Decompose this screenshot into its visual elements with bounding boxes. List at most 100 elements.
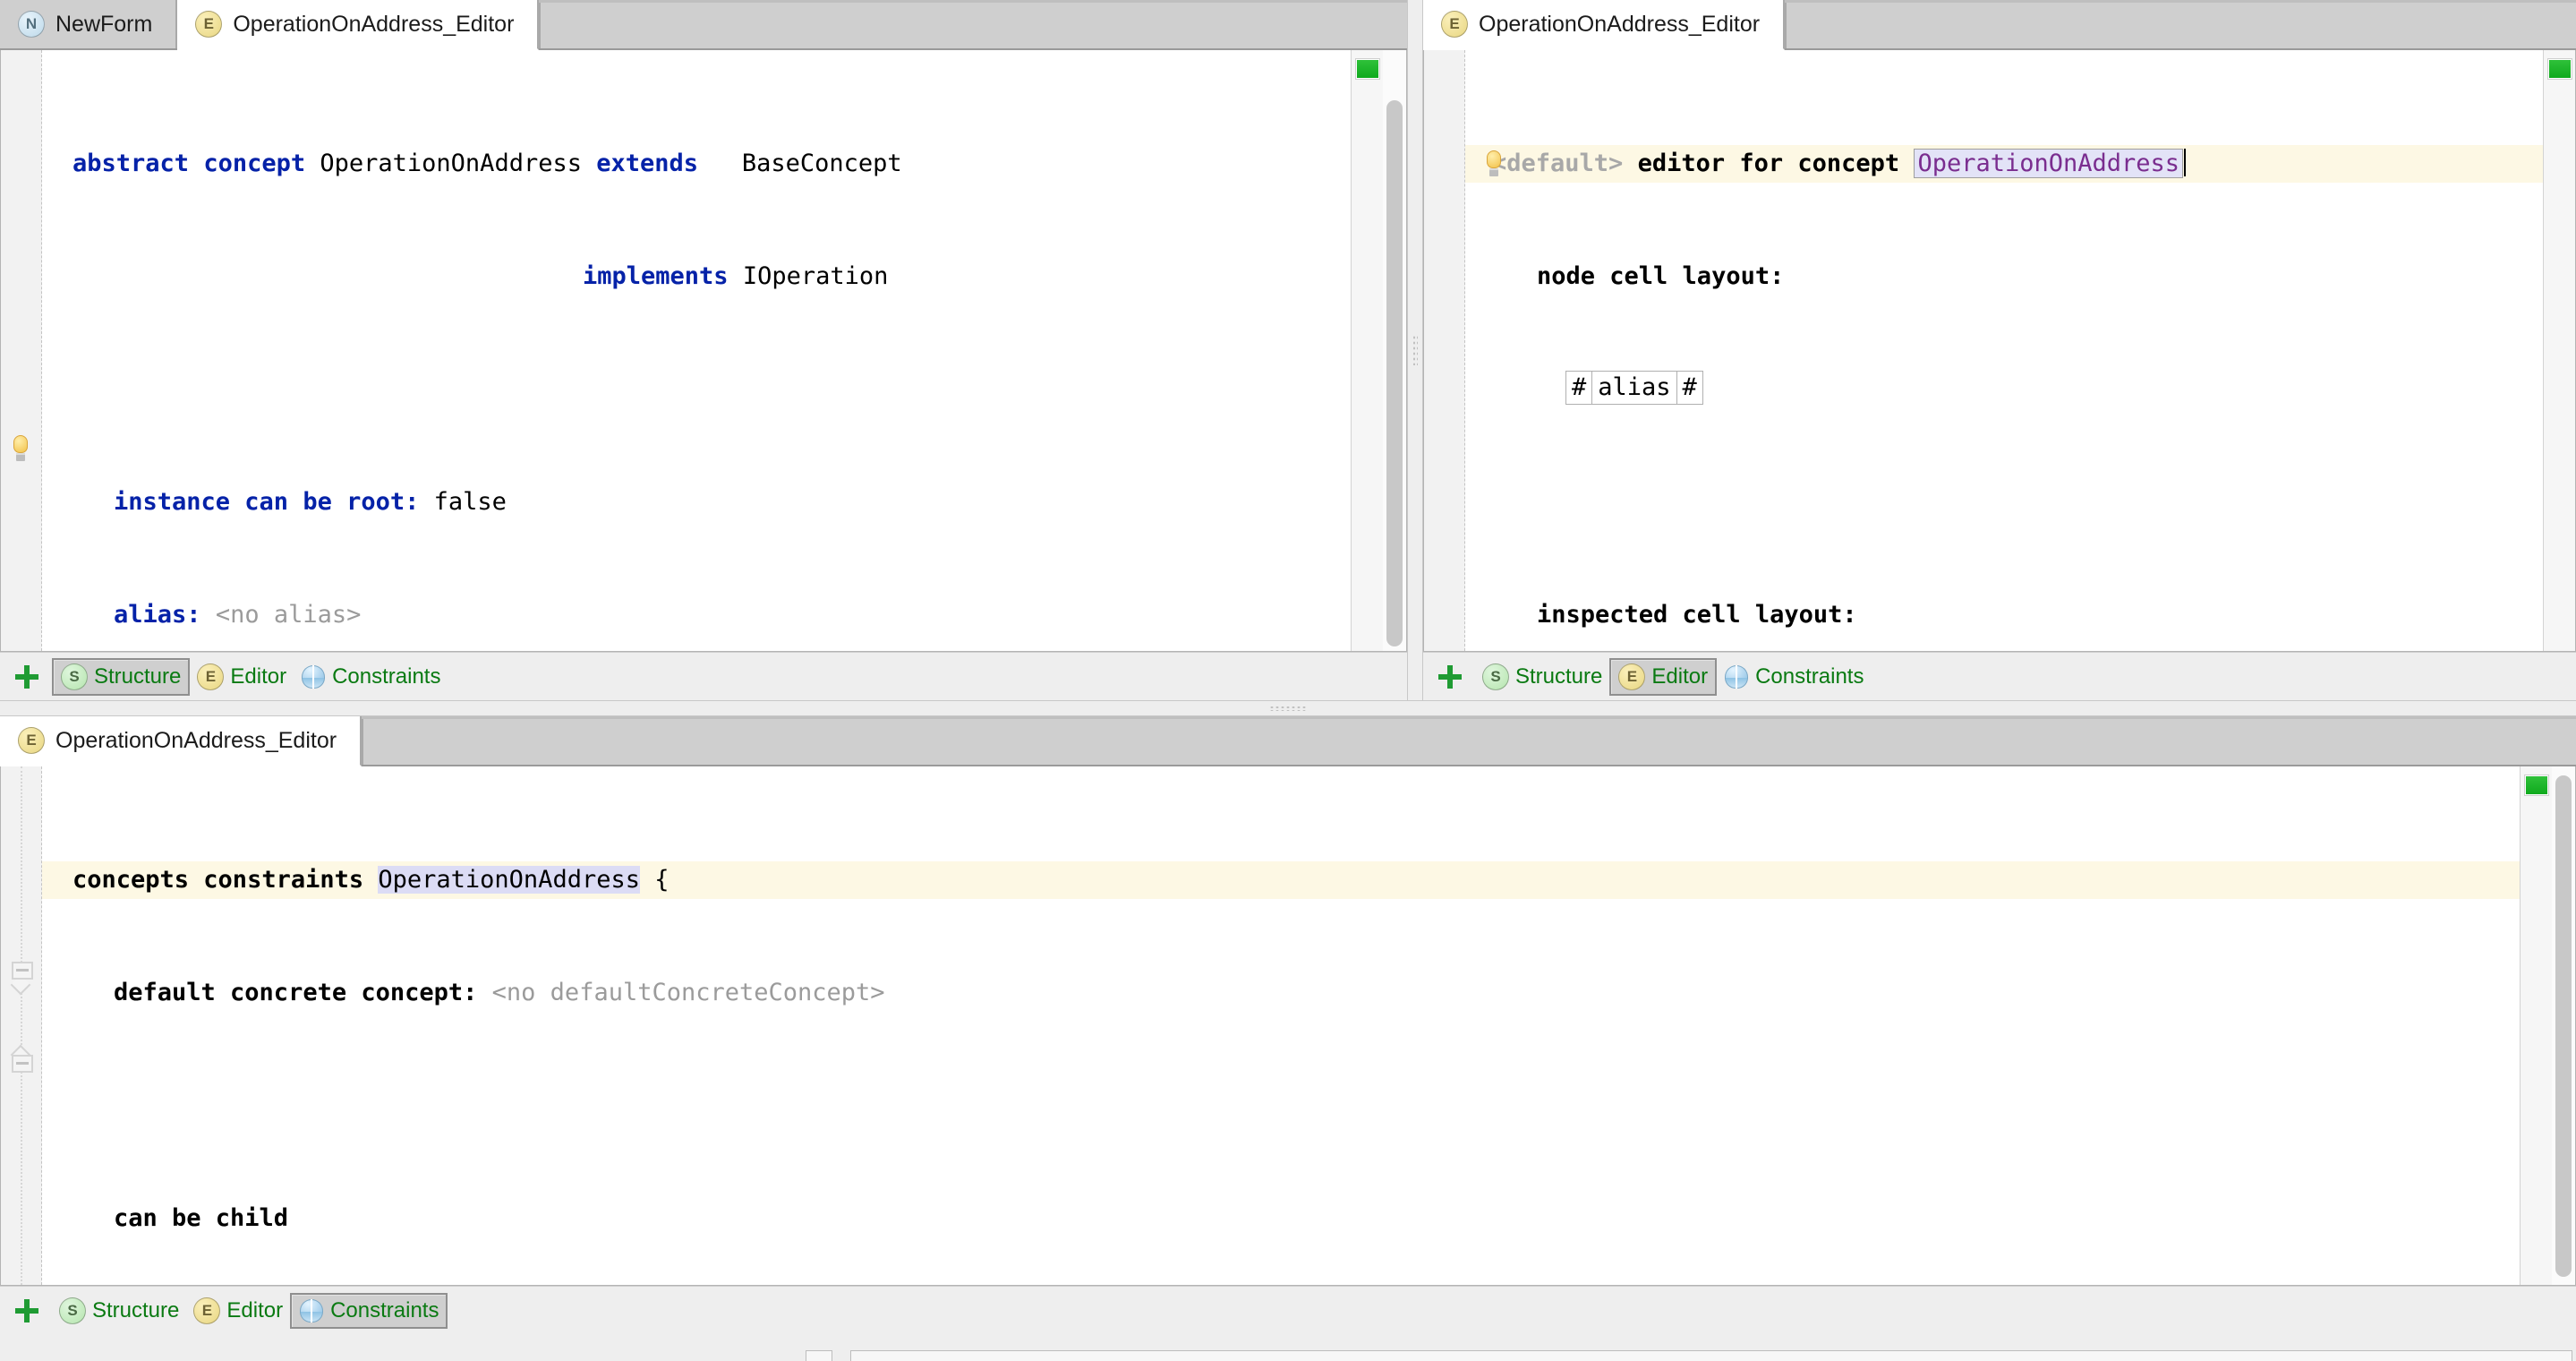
interface-name[interactable]: IOperation (743, 262, 889, 290)
tool-tab-label: Editor (230, 664, 286, 689)
label-inspected-cell-layout: inspected cell layout: (1537, 601, 1857, 629)
editor-aspect-panel: E OperationOnAddress_Editor <default> ed… (1423, 0, 2576, 700)
tool-tab-label: Editor (226, 1298, 283, 1323)
left-vertical-scrollbar[interactable] (1383, 50, 1406, 651)
tab-label: OperationOnAddress_Editor (1479, 12, 1760, 38)
add-aspect-button[interactable] (1432, 659, 1468, 695)
code-line-inspected-cell-layout[interactable]: inspected cell layout: (1465, 596, 2543, 634)
code-fold-collapse-icon[interactable] (12, 962, 33, 987)
editor-aspect-code[interactable]: <default> editor for concept OperationOn… (1465, 50, 2543, 651)
editor-badge-icon: E (193, 1297, 220, 1324)
code-line-instance-can-be-root[interactable]: instance can be root: false (42, 484, 1351, 521)
left-tool-tabbar: S Structure E Editor Constraints (0, 652, 1407, 700)
tool-tab-constraints[interactable]: Constraints (1717, 661, 1871, 693)
left-panel-inner: abstract concept OperationOnAddress exte… (0, 50, 1407, 652)
constrained-concept-name[interactable]: OperationOnAddress (378, 866, 640, 894)
tool-tab-constraints[interactable]: Constraints (294, 661, 448, 693)
value-instance-can-be-root[interactable]: false (434, 488, 507, 516)
code-line-can-be-child[interactable]: can be child (42, 1200, 2520, 1237)
concept-name[interactable]: OperationOnAddress (320, 150, 582, 177)
tool-tab-structure[interactable]: S Structure (52, 658, 190, 696)
code-line-implements[interactable]: implements IOperation (42, 258, 1351, 295)
add-aspect-button[interactable] (9, 659, 45, 695)
right-analysis-stripe[interactable] (2543, 50, 2575, 651)
structure-badge-icon: S (59, 1297, 86, 1324)
structure-code[interactable]: abstract concept OperationOnAddress exte… (42, 50, 1351, 651)
mps-editor-window: N NewForm E OperationOnAddress_Editor (0, 0, 2576, 1361)
fold-guide-line (21, 766, 22, 1285)
analysis-ok-marker-icon[interactable] (2548, 59, 2572, 79)
label-alias: alias: (114, 601, 201, 629)
code-line-concepts-constraints[interactable]: concepts constraints OperationOnAddress … (42, 861, 2520, 899)
intention-bulb-icon[interactable] (12, 435, 30, 462)
tool-tab-structure[interactable]: S Structure (52, 1294, 186, 1328)
constraints-icon (299, 1298, 324, 1323)
bottom-vertical-scrollbar[interactable] (2552, 766, 2575, 1285)
structure-editor-surface[interactable]: abstract concept OperationOnAddress exte… (1, 50, 1406, 651)
editor-aspect-surface[interactable]: <default> editor for concept OperationOn… (1424, 50, 2575, 651)
horizontal-splitter[interactable] (0, 700, 2576, 716)
top-editor-row: N NewForm E OperationOnAddress_Editor (0, 0, 2576, 700)
code-line-default-concrete-concept[interactable]: default concrete concept: <no defaultCon… (42, 974, 2520, 1012)
tool-tab-label: Structure (94, 664, 181, 689)
scrollbar-thumb[interactable] (1386, 100, 1403, 646)
editor-badge-icon: E (1618, 663, 1645, 690)
superconcept-name[interactable]: BaseConcept (742, 150, 902, 177)
scrollbar-thumb[interactable] (2555, 775, 2572, 1277)
cell-hash-right[interactable]: # (1677, 371, 1703, 405)
status-bar (0, 1334, 2576, 1361)
vertical-splitter[interactable] (1407, 0, 1423, 700)
constraints-icon (1724, 664, 1749, 689)
concept-reference-field[interactable]: OperationOnAddress (1914, 149, 2183, 178)
label-instance-can-be-root: instance can be root: (114, 488, 419, 516)
default-token[interactable]: <default> (1492, 150, 1623, 177)
code-line-cell-alias[interactable]: #alias# (1465, 371, 2543, 408)
bottom-analysis-stripe[interactable] (2520, 766, 2552, 1285)
add-aspect-button[interactable] (9, 1293, 45, 1329)
splitter-grip-icon (1269, 706, 1307, 711)
structure-badge-icon: S (61, 663, 88, 690)
label-node-cell-layout: node cell layout: (1537, 262, 1784, 290)
tool-tab-editor[interactable]: E Editor (1609, 658, 1717, 696)
cell-alias[interactable]: alias (1592, 371, 1676, 405)
editor-badge-icon: E (197, 663, 224, 690)
value-alias[interactable]: <no alias> (216, 601, 362, 629)
bottom-panel-inner: concepts constraints OperationOnAddress … (0, 766, 2576, 1286)
tool-tab-label: Structure (1515, 664, 1602, 689)
tab-operationonaddress-editor[interactable]: E OperationOnAddress_Editor (177, 0, 539, 50)
value-default-concrete-concept[interactable]: <no defaultConcreteConcept> (492, 979, 885, 1006)
tabstrip-filler (539, 0, 1407, 48)
label-can-be-child: can be child (114, 1204, 288, 1232)
tab-label: OperationOnAddress_Editor (233, 12, 514, 38)
left-analysis-stripe[interactable] (1351, 50, 1383, 651)
kw-abstract: abstract (73, 150, 189, 177)
tab-operationonaddress-editor[interactable]: E OperationOnAddress_Editor (0, 716, 362, 766)
bottom-tabstrip: E OperationOnAddress_Editor (0, 716, 2576, 766)
code-fold-end-icon[interactable] (12, 1055, 33, 1080)
cell-hash-left[interactable]: # (1565, 371, 1592, 405)
kw-extends: extends (596, 150, 698, 177)
code-line-node-cell-layout[interactable]: node cell layout: (1465, 258, 2543, 295)
code-line-concept-decl[interactable]: abstract concept OperationOnAddress exte… (42, 145, 1351, 183)
analysis-ok-marker-icon[interactable] (1356, 59, 1379, 79)
code-line-alias[interactable]: alias: <no alias> (42, 596, 1351, 634)
tool-tab-label: Constraints (330, 1298, 439, 1323)
tool-tab-structure[interactable]: S Structure (1475, 660, 1609, 694)
left-tabstrip: N NewForm E OperationOnAddress_Editor (0, 0, 1407, 50)
bottom-tool-tabbar: S Structure E Editor Constraints (0, 1286, 2576, 1334)
text-caret (2184, 149, 2186, 176)
structure-badge-icon: S (1482, 663, 1509, 690)
tool-tab-editor[interactable]: E Editor (190, 660, 294, 694)
tool-tab-editor[interactable]: E Editor (186, 1294, 290, 1328)
code-line-default-editor[interactable]: <default> editor for concept OperationOn… (1465, 145, 2543, 183)
constraints-code[interactable]: concepts constraints OperationOnAddress … (42, 766, 2520, 1285)
analysis-ok-marker-icon[interactable] (2525, 775, 2548, 795)
intention-bulb-icon[interactable] (1485, 150, 1503, 177)
right-gutter (1424, 50, 1465, 651)
tool-tab-constraints[interactable]: Constraints (290, 1293, 448, 1329)
bottom-gutter (1, 766, 42, 1285)
constraints-editor-surface[interactable]: concepts constraints OperationOnAddress … (1, 766, 2575, 1285)
tab-newform[interactable]: N NewForm (0, 0, 177, 48)
open-brace: { (654, 866, 669, 894)
tab-operationonaddress-editor[interactable]: E OperationOnAddress_Editor (1423, 0, 1785, 50)
